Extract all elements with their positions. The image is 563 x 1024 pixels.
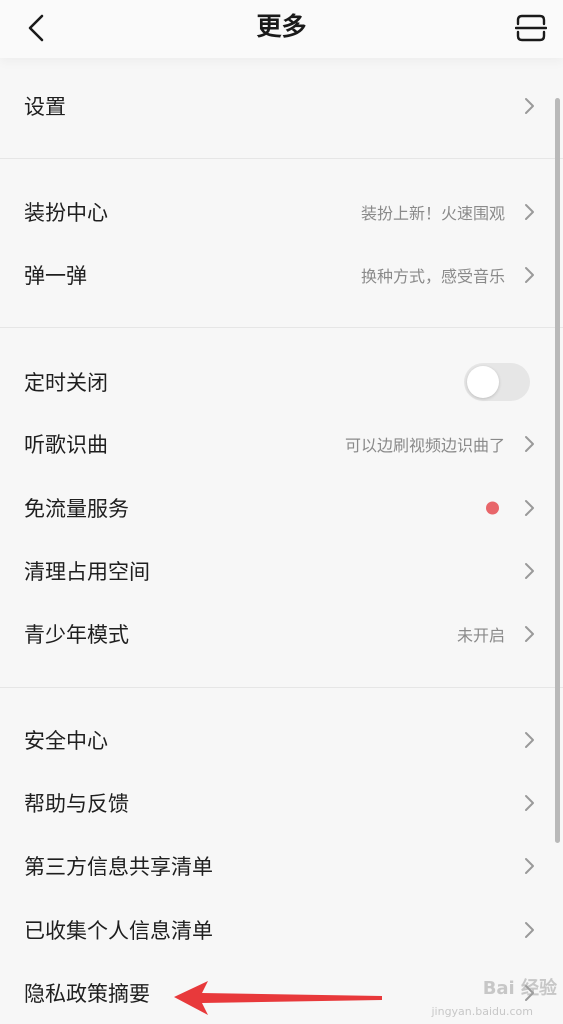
scan-icon [515, 14, 547, 42]
chevron-right-icon [525, 625, 534, 642]
menu-item-label: 免流量服务 [24, 496, 129, 521]
chevron-right-icon [525, 499, 534, 516]
chevron-right-icon [525, 921, 534, 938]
menu-item-settings[interactable]: 设置 [0, 74, 563, 137]
chevron-right-icon [525, 203, 534, 220]
menu-item-label: 隐私政策摘要 [24, 981, 150, 1006]
menu-item-label: 弹一弹 [24, 263, 87, 288]
notification-dot [486, 501, 499, 514]
more-screen: 更多 设置 装扮中心 装扮上新！火速围观 弹一弹 换种方式，感受音乐 定时关闭 … [0, 0, 563, 1024]
menu-item-label: 青少年模式 [24, 622, 129, 647]
red-arrow-annotation [174, 981, 382, 1015]
menu-item-label: 第三方信息共享清单 [24, 854, 213, 879]
chevron-right-icon [525, 97, 534, 114]
section-divider [0, 327, 563, 328]
menu-item-hint: 未开启 [456, 625, 505, 645]
menu-item-clear-storage[interactable]: 清理占用空间 [0, 539, 563, 602]
sleep-timer-toggle[interactable] [464, 362, 530, 401]
menu-item-hint: 换种方式，感受音乐 [360, 266, 505, 286]
watermark-sub: jingyan.baidu.com [431, 1005, 533, 1018]
menu-item-label: 清理占用空间 [24, 559, 150, 584]
menu-item-free-data[interactable]: 免流量服务 [0, 476, 563, 539]
menu-item-hint: 可以边刷视频边识曲了 [344, 435, 505, 455]
menu-item-collected-info[interactable]: 已收集个人信息清单 [0, 898, 563, 961]
chevron-right-icon [525, 435, 534, 452]
menu-item-label: 已收集个人信息清单 [24, 918, 213, 943]
section-divider [0, 158, 563, 159]
scrollbar[interactable] [555, 98, 560, 843]
menu-item-label: 设置 [24, 94, 66, 119]
menu-item-hint: 装扮上新！火速围观 [360, 203, 505, 223]
scan-button[interactable] [513, 10, 549, 46]
watermark: Bai 经验 [482, 978, 557, 999]
menu-item-label: 听歌识曲 [24, 432, 108, 457]
chevron-right-icon [525, 794, 534, 811]
menu-item-tanyitan[interactable]: 弹一弹 换种方式，感受音乐 [0, 243, 563, 306]
menu-item-label: 帮助与反馈 [24, 791, 129, 816]
chevron-right-icon [525, 857, 534, 874]
menu-item-skin-center[interactable]: 装扮中心 装扮上新！火速围观 [0, 180, 563, 243]
menu-item-third-party-sharing[interactable]: 第三方信息共享清单 [0, 834, 563, 897]
chevron-right-icon [525, 562, 534, 579]
menu-item-sleep-timer: 定时关闭 [0, 350, 563, 413]
menu-item-teen-mode[interactable]: 青少年模式 未开启 [0, 602, 563, 665]
menu-item-help-feedback[interactable]: 帮助与反馈 [0, 771, 563, 834]
menu-item-label: 定时关闭 [24, 370, 108, 395]
chevron-right-icon [525, 731, 534, 748]
section-divider [0, 687, 563, 688]
menu-item-label: 装扮中心 [24, 200, 108, 225]
page-title: 更多 [256, 12, 307, 41]
menu-item-security-center[interactable]: 安全中心 [0, 708, 563, 771]
menu-item-label: 安全中心 [24, 728, 108, 753]
top-bar: 更多 [0, 0, 563, 58]
toggle-knob [467, 365, 499, 398]
chevron-right-icon [525, 266, 534, 283]
menu-item-song-recognition[interactable]: 听歌识曲 可以边刷视频边识曲了 [0, 412, 563, 475]
